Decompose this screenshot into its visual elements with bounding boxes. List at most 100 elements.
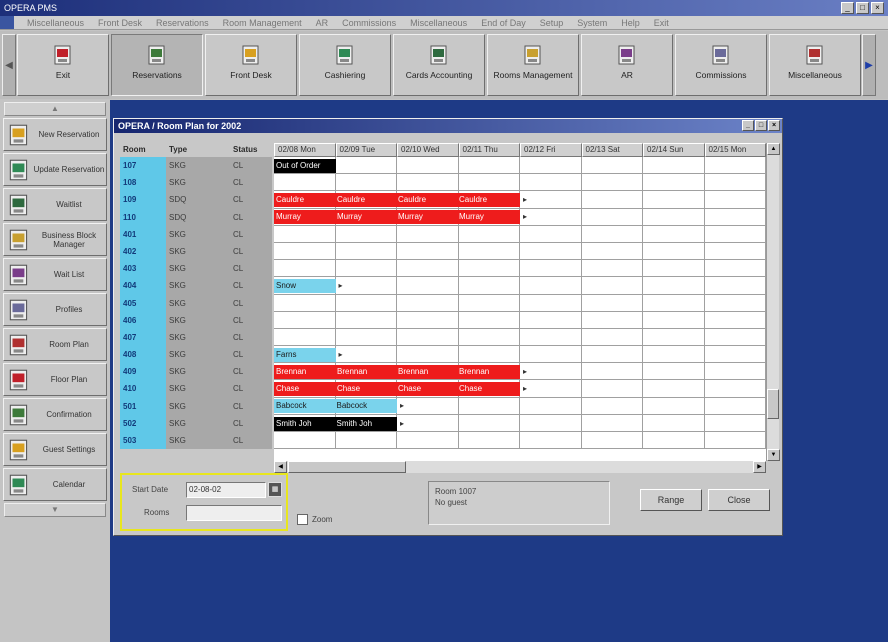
room-row[interactable]: 503 SKG CL xyxy=(120,432,272,450)
range-button[interactable]: Range xyxy=(640,489,702,511)
grid-cell[interactable] xyxy=(581,363,643,381)
rooms-field[interactable] xyxy=(186,505,282,521)
grid-cell[interactable] xyxy=(335,225,397,243)
grid-cell[interactable] xyxy=(643,328,705,347)
grid-cell[interactable] xyxy=(704,260,766,278)
room-column-header[interactable]: Room xyxy=(120,143,166,157)
room-row[interactable]: 406 SKG CL xyxy=(120,311,272,329)
vertical-scroll-thumb[interactable] xyxy=(767,389,779,419)
grid-cell[interactable] xyxy=(643,208,705,226)
status-column-header[interactable]: Status xyxy=(230,143,272,157)
menu-item-front-desk[interactable]: Front Desk xyxy=(91,16,149,29)
grid-cell[interactable] xyxy=(397,225,459,243)
scroll-left-arrow-icon[interactable]: ◀ xyxy=(274,461,287,473)
grid-cell[interactable] xyxy=(704,328,766,347)
grid-cell[interactable] xyxy=(397,346,459,364)
grid-cell[interactable] xyxy=(520,208,582,226)
grid-cell[interactable] xyxy=(458,311,520,329)
room-row[interactable]: 108 SKG CL xyxy=(120,174,272,192)
date-column-header[interactable]: 02/12 Fri xyxy=(520,143,582,157)
menu-item-room-management[interactable]: Room Management xyxy=(216,16,309,29)
grid-cell[interactable] xyxy=(581,346,643,364)
grid-cell[interactable] xyxy=(581,294,643,312)
grid-cell[interactable] xyxy=(335,242,397,261)
grid-cell[interactable] xyxy=(458,225,520,243)
reservation-bar[interactable]: Babcock Babcock xyxy=(274,399,397,414)
menu-item-help[interactable]: Help xyxy=(614,16,647,29)
grid-cell[interactable] xyxy=(458,328,520,347)
grid-cell[interactable] xyxy=(520,174,582,192)
grid-cell[interactable] xyxy=(704,191,766,209)
toolbar-exit-button[interactable]: Exit xyxy=(17,34,109,96)
date-column-header[interactable]: 02/14 Sun xyxy=(643,143,705,157)
room-row[interactable]: 408 SKG CL xyxy=(120,346,272,364)
grid-cell[interactable] xyxy=(643,242,705,261)
menu-item-setup[interactable]: Setup xyxy=(533,16,571,29)
toolbar-miscellaneous-button[interactable]: Miscellaneous xyxy=(769,34,861,96)
toolbar-commissions-button[interactable]: Commissions xyxy=(675,34,767,96)
reservation-bar[interactable]: Out of Order xyxy=(274,158,336,173)
grid-cell[interactable] xyxy=(581,380,643,398)
toolbar-rooms-management-button[interactable]: Rooms Management xyxy=(487,34,579,96)
vertical-scrollbar[interactable]: ▲ ▼ xyxy=(766,143,780,461)
grid-cell[interactable] xyxy=(643,414,705,432)
reservation-bar[interactable]: Farns xyxy=(274,347,336,362)
grid-cell[interactable] xyxy=(397,242,459,261)
grid-cell[interactable] xyxy=(397,174,459,192)
grid-cell[interactable] xyxy=(458,157,520,175)
start-date-field[interactable]: 02-08-02 xyxy=(186,482,266,498)
date-column-header[interactable]: 02/11 Thu xyxy=(458,143,520,157)
grid-cell[interactable] xyxy=(274,328,336,347)
type-column-header[interactable]: Type xyxy=(166,143,230,157)
room-row[interactable]: 107 SKG CL xyxy=(120,157,272,175)
grid-cell[interactable] xyxy=(397,157,459,175)
reservation-bar[interactable]: Smith Joh Smith Joh xyxy=(274,416,397,431)
grid-cell[interactable] xyxy=(397,397,459,415)
grid-cell[interactable] xyxy=(335,260,397,278)
grid-cell[interactable] xyxy=(581,242,643,261)
grid-cell[interactable] xyxy=(643,174,705,192)
grid-cell[interactable] xyxy=(581,208,643,226)
grid-cell[interactable] xyxy=(704,414,766,432)
grid-cell[interactable] xyxy=(520,346,582,364)
sidebar-item-new-reservation[interactable]: New Reservation xyxy=(3,118,107,151)
sidebar-scroll-down-button[interactable]: ▼ xyxy=(4,503,106,517)
grid-cell[interactable] xyxy=(581,174,643,192)
grid-cell[interactable] xyxy=(274,174,336,192)
menu-item-system[interactable]: System xyxy=(570,16,614,29)
grid-cell[interactable] xyxy=(581,432,643,450)
grid-cell[interactable] xyxy=(335,346,397,364)
grid-cell[interactable] xyxy=(520,414,582,432)
grid-cell[interactable] xyxy=(335,157,397,175)
menu-item-miscellaneous[interactable]: Miscellaneous xyxy=(20,16,91,29)
grid-cell[interactable] xyxy=(643,191,705,209)
sidebar-item-room-plan[interactable]: Room Plan xyxy=(3,328,107,361)
room-row[interactable]: 404 SKG CL xyxy=(120,277,272,295)
grid-cell[interactable] xyxy=(397,277,459,295)
grid-cell[interactable] xyxy=(643,311,705,329)
grid-cell[interactable] xyxy=(274,294,336,312)
grid-cell[interactable] xyxy=(704,363,766,381)
sidebar-item-guest-settings[interactable]: Guest Settings xyxy=(3,433,107,466)
close-button[interactable]: Close xyxy=(708,489,770,511)
menu-item-ar[interactable]: AR xyxy=(309,16,336,29)
room-row[interactable]: 409 SKG CL xyxy=(120,363,272,381)
grid-cell[interactable] xyxy=(704,174,766,192)
grid-cell[interactable] xyxy=(581,225,643,243)
calendar-picker-icon[interactable]: ▦ xyxy=(268,482,282,497)
grid-cell[interactable] xyxy=(520,294,582,312)
grid-cell[interactable] xyxy=(274,311,336,329)
menu-item-commissions[interactable]: Commissions xyxy=(335,16,403,29)
grid-cell[interactable] xyxy=(274,242,336,261)
reservation-bar[interactable]: Brennan Brennan Brennan Brennan xyxy=(274,365,520,379)
sidebar-item-calendar[interactable]: Calendar xyxy=(3,468,107,501)
minimize-button[interactable]: _ xyxy=(841,2,854,14)
grid-cell[interactable] xyxy=(458,174,520,192)
grid-cell[interactable] xyxy=(643,277,705,295)
grid-cell[interactable] xyxy=(704,432,766,450)
menu-item-reservations[interactable]: Reservations xyxy=(149,16,216,29)
sidebar-item-business-block-manager[interactable]: Business Block Manager xyxy=(3,223,107,256)
grid-cell[interactable] xyxy=(643,294,705,312)
grid-cell[interactable] xyxy=(704,294,766,312)
grid-cell[interactable] xyxy=(335,174,397,192)
